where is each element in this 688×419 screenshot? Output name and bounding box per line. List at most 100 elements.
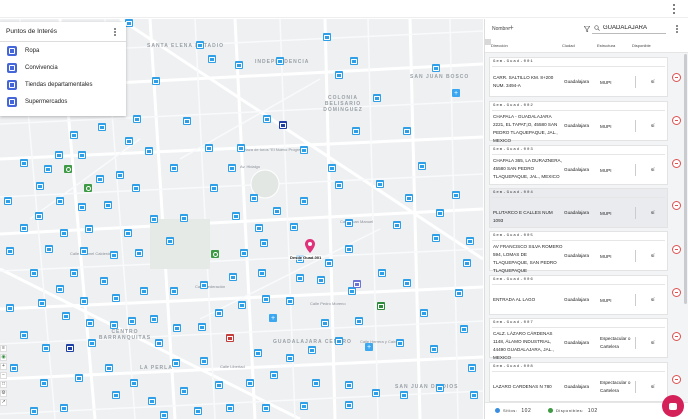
zoom-out-icon[interactable]: − xyxy=(0,372,7,379)
remove-site-icon[interactable] xyxy=(672,201,681,210)
billboard-marker[interactable] xyxy=(112,391,120,399)
billboard-marker[interactable] xyxy=(276,57,284,65)
poi-marker[interactable] xyxy=(64,165,72,173)
billboard-marker[interactable] xyxy=(263,115,271,123)
billboard-marker[interactable] xyxy=(432,234,440,242)
billboard-marker[interactable] xyxy=(400,391,408,399)
billboard-marker[interactable] xyxy=(352,127,360,135)
billboard-marker[interactable] xyxy=(308,346,316,354)
poi-item-supermercados[interactable]: Supermercados xyxy=(0,93,126,110)
billboard-marker[interactable] xyxy=(152,77,160,85)
remove-site-icon[interactable] xyxy=(672,375,681,384)
cluster-marker[interactable] xyxy=(365,343,373,351)
billboard-marker[interactable] xyxy=(125,137,133,145)
billboard-marker[interactable] xyxy=(20,331,28,339)
billboard-marker[interactable] xyxy=(110,321,118,329)
layers-icon[interactable]: ≡ xyxy=(0,345,7,352)
billboard-marker[interactable] xyxy=(436,209,444,217)
billboard-marker[interactable] xyxy=(86,319,94,327)
billboard-marker[interactable] xyxy=(56,197,64,205)
billboard-marker[interactable] xyxy=(45,245,53,253)
billboard-marker[interactable] xyxy=(116,171,124,179)
zoom-in-icon[interactable]: + xyxy=(0,363,7,370)
column-header[interactable]: Ciudad xyxy=(562,43,575,48)
billboard-marker[interactable] xyxy=(255,224,263,232)
billboard-marker[interactable] xyxy=(105,364,113,372)
poi-marker[interactable] xyxy=(226,334,234,342)
billboard-marker[interactable] xyxy=(124,229,132,237)
billboard-marker[interactable] xyxy=(335,71,343,79)
billboard-marker[interactable] xyxy=(85,225,93,233)
billboard-marker[interactable] xyxy=(238,301,246,309)
billboard-marker[interactable] xyxy=(355,317,363,325)
billboard-marker[interactable] xyxy=(100,277,108,285)
billboard-marker[interactable] xyxy=(155,339,163,347)
billboard-marker[interactable] xyxy=(460,325,468,333)
billboard-marker[interactable] xyxy=(403,279,411,287)
billboard-marker[interactable] xyxy=(145,147,153,155)
billboard-marker[interactable] xyxy=(262,404,270,412)
billboard-marker[interactable] xyxy=(148,397,156,405)
poi-item-tiendas[interactable]: Tiendas departamentales xyxy=(0,76,126,93)
filter-icon[interactable] xyxy=(584,26,590,32)
list-item[interactable]: Gem-Guad-006 ENTRADA AL LAGO Guadalajara… xyxy=(489,275,668,315)
billboard-marker[interactable] xyxy=(226,404,234,412)
billboard-marker[interactable] xyxy=(10,364,18,372)
billboard-marker[interactable] xyxy=(60,404,68,412)
billboard-marker[interactable] xyxy=(210,184,218,192)
billboard-marker[interactable] xyxy=(4,197,12,205)
cluster-marker[interactable] xyxy=(452,89,460,97)
list-item[interactable]: Gem-Guad-003 CHAPALA 365, LA DURAZNERA, … xyxy=(489,145,668,185)
billboard-marker[interactable] xyxy=(432,64,440,72)
poi-menu-icon[interactable] xyxy=(114,28,117,36)
billboard-marker[interactable] xyxy=(6,247,14,255)
billboard-marker[interactable] xyxy=(335,337,343,345)
billboard-marker[interactable] xyxy=(70,269,78,277)
billboard-marker[interactable] xyxy=(194,407,202,415)
billboard-marker[interactable] xyxy=(323,33,331,41)
billboard-marker[interactable] xyxy=(229,273,237,281)
billboard-marker[interactable] xyxy=(246,379,254,387)
billboard-marker[interactable] xyxy=(35,212,43,220)
billboard-marker[interactable] xyxy=(200,281,208,289)
billboard-marker[interactable] xyxy=(466,237,474,245)
billboard-marker[interactable] xyxy=(200,357,208,365)
billboard-marker[interactable] xyxy=(262,295,270,303)
list-scrollbar[interactable] xyxy=(684,54,687,304)
billboard-marker[interactable] xyxy=(436,384,444,392)
billboard-marker[interactable] xyxy=(286,354,294,362)
billboard-marker[interactable] xyxy=(228,164,236,172)
billboard-marker[interactable] xyxy=(405,194,413,202)
billboard-marker[interactable] xyxy=(36,182,44,190)
billboard-marker[interactable] xyxy=(376,180,384,188)
billboard-marker[interactable] xyxy=(455,289,463,297)
billboard-marker[interactable] xyxy=(135,249,143,257)
billboard-marker[interactable] xyxy=(132,184,140,192)
billboard-marker[interactable] xyxy=(317,276,325,284)
column-header[interactable]: Disponible xyxy=(632,43,651,48)
billboard-marker[interactable] xyxy=(403,127,411,135)
billboard-marker[interactable] xyxy=(290,223,298,231)
settings-icon[interactable]: ⚙ xyxy=(0,390,7,397)
billboard-marker[interactable] xyxy=(205,144,213,152)
search-input[interactable] xyxy=(603,25,665,31)
app-menu-icon[interactable] xyxy=(672,4,676,14)
add-site-icon[interactable]: + xyxy=(509,24,514,32)
billboard-marker[interactable] xyxy=(335,181,343,189)
billboard-marker[interactable] xyxy=(328,164,336,172)
column-header[interactable]: Dirección xyxy=(491,43,508,48)
remove-site-icon[interactable] xyxy=(672,159,681,168)
search-box[interactable] xyxy=(592,23,666,34)
remove-site-icon[interactable] xyxy=(672,332,681,341)
poi-marker[interactable] xyxy=(279,121,287,129)
billboard-marker[interactable] xyxy=(258,269,266,277)
billboard-marker[interactable] xyxy=(348,287,356,295)
billboard-marker[interactable] xyxy=(237,144,245,152)
billboard-marker[interactable] xyxy=(112,294,120,302)
billboard-marker[interactable] xyxy=(240,249,248,257)
billboard-marker[interactable] xyxy=(44,165,52,173)
billboard-marker[interactable] xyxy=(160,411,168,419)
billboard-marker[interactable] xyxy=(325,259,333,267)
billboard-marker[interactable] xyxy=(55,151,63,159)
billboard-marker[interactable] xyxy=(170,164,178,172)
